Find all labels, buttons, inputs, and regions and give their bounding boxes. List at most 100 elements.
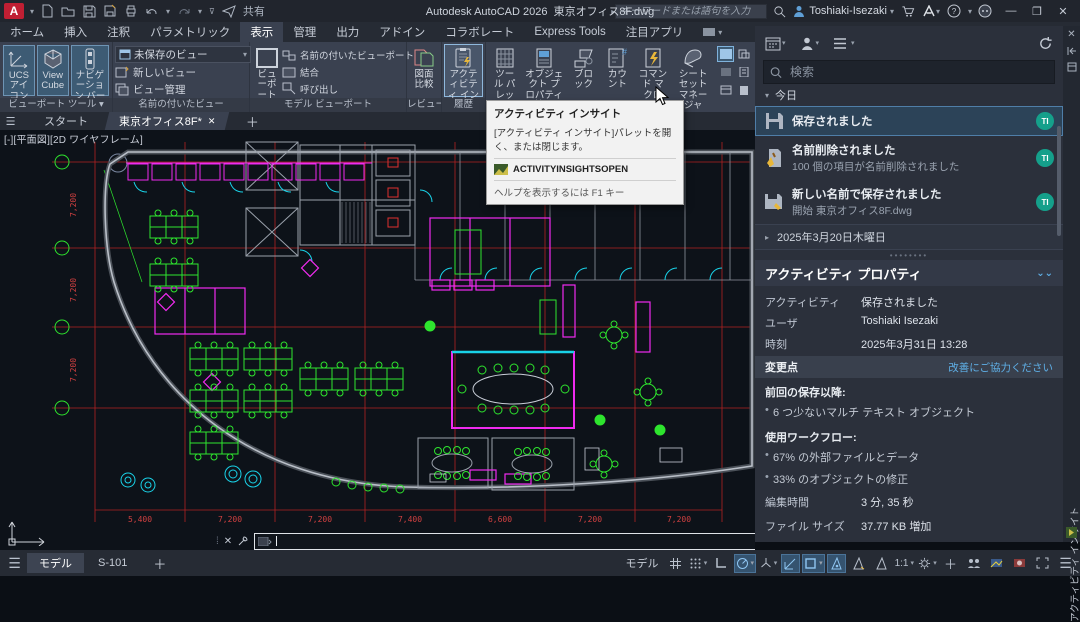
drawing-compare-button[interactable]: 図面 比較 [409,44,439,97]
tool-palettes-button[interactable]: ツール パレット [488,44,521,97]
activity-properties-header[interactable]: アクティビティ プロパティ ⌄⌄ [755,260,1063,286]
undo-icon[interactable] [145,4,159,18]
user-caret-icon[interactable]: ▾ [890,7,894,16]
layout-tab-model[interactable]: モデル [27,553,84,573]
palette-search-input[interactable] [788,64,1048,80]
view-combo[interactable]: 未保存のビュー▾ [115,46,251,63]
clean-screen-icon[interactable] [1032,554,1053,573]
viewport-config-button[interactable]: ビューポート 環境設定▾ [252,44,282,97]
close-document-icon[interactable]: ✕ [208,116,216,127]
help-search-input[interactable] [615,4,767,19]
restore-viewport-button[interactable]: 呼び出し [282,80,414,97]
event-saved[interactable]: 保存されました TI [755,106,1063,136]
new-view-button[interactable]: 新しいビュー [115,65,247,80]
user-filter-button[interactable]: ▾ [800,36,820,51]
close-button[interactable]: ✕ [1050,1,1076,21]
section-today[interactable]: ▾今日 [755,84,1063,106]
splitter-handle[interactable]: •••••••• [755,250,1063,260]
new-drawing-tab[interactable]: ＋ [232,112,274,130]
autodesk-a-icon[interactable] [922,5,936,17]
tab-insert[interactable]: 挿入 [54,22,97,42]
palette-autohide-icon[interactable] [1067,46,1077,56]
user-icon[interactable] [792,4,806,18]
ortho-mode-icon[interactable] [711,554,732,573]
file-tabs-menu-icon[interactable]: ☰ [0,112,21,131]
undo-caret-icon[interactable]: ▾ [166,7,170,16]
annotation-scale-list-icon[interactable] [871,554,892,573]
feedback-link[interactable]: 改善にご協力ください [948,360,1053,375]
user-name[interactable]: Toshiaki-Isezaki [809,5,887,17]
autocad-logo[interactable]: A [4,3,24,19]
tab-collaborate[interactable]: コラボレート [435,22,524,42]
status-model-label[interactable]: モデル [626,555,659,571]
palette-scrollbar[interactable] [1057,126,1061,236]
blocks-palette-button[interactable]: ブロック [567,44,600,97]
save-as-icon[interactable] [103,4,117,18]
date-filter-button[interactable]: ▾ [765,36,786,51]
command-input[interactable] [254,533,755,550]
tab-home[interactable]: ホーム [0,22,54,42]
visibility-palette-icon[interactable] [717,46,734,62]
help-caret-icon[interactable]: ▾ [968,7,972,16]
isolate-objects-icon[interactable] [1009,554,1030,573]
cart-icon[interactable] [901,5,915,18]
xref-palette-icon[interactable] [735,46,752,62]
activity-insights-button[interactable]: アクティビティ インサイト [444,44,483,97]
search-icon[interactable] [773,5,786,18]
snap-mode-icon[interactable]: ▾ [688,554,709,573]
tab-featured-apps[interactable]: 注目アプリ [616,22,694,42]
palette-search-box[interactable] [763,60,1055,84]
minimize-button[interactable]: — [998,1,1024,21]
share-label[interactable]: 共有 [243,3,265,19]
hardware-acceleration-icon[interactable] [986,554,1007,573]
command-line-dock[interactable]: ⁞ ✕ [216,532,755,550]
navigation-bar-button[interactable]: ナビゲーション バー [71,45,109,96]
help-icon[interactable]: ? [947,4,961,18]
ribbon-display-toggle[interactable]: ▾ [693,22,732,42]
open-file-icon[interactable] [61,4,75,18]
clipboard-palette-icon[interactable] [735,82,752,98]
sheet-set-manager-button[interactable]: シート セット マネージャ [671,44,715,97]
redo-icon[interactable] [177,4,191,18]
polar-tracking-icon[interactable]: ▾ [734,554,757,573]
properties-palette-button[interactable]: オブジェクト プロパティ管理 [521,44,566,97]
section-previous-date[interactable]: ▸2025年3月20日木曜日 [755,224,1063,250]
customization-plus-icon[interactable]: ＋ [940,554,961,573]
view-manager-button[interactable]: ビュー管理 [115,82,247,97]
palette-close-icon[interactable]: ✕ [1067,29,1075,40]
viewport-controls-label[interactable]: [-][平面図][2D ワイヤフレーム] [4,131,143,146]
annotation-autoscale-icon[interactable] [848,554,869,573]
tab-view[interactable]: 表示 [240,22,283,42]
event-filter-button[interactable]: ▾ [833,37,855,50]
tab-manage[interactable]: 管理 [283,22,326,42]
refresh-button[interactable] [1038,36,1053,51]
panel-label-viewport-tools[interactable]: ビューポート ツール ▾ [0,98,112,112]
tab-start[interactable]: スタート [30,112,102,130]
viewcube-button[interactable]: View Cube [37,45,69,96]
plot-icon[interactable] [124,4,138,18]
count-palette-button[interactable]: # カウント [600,44,634,97]
calculator-palette-icon[interactable] [735,64,752,80]
tab-parametric[interactable]: パラメトリック [140,22,240,42]
restore-button[interactable]: ❐ [1024,1,1050,21]
tab-document[interactable]: 東京オフィス8F*✕ [105,112,230,130]
annotation-visibility-icon[interactable] [827,554,846,573]
event-purged[interactable]: 名前削除されました 100 個の項目が名前削除されました TI [755,136,1063,180]
save-icon[interactable] [82,4,96,18]
autodesk-caret-icon[interactable]: ▾ [936,7,940,16]
layout-tab-s101[interactable]: S-101 [86,553,139,573]
tab-output[interactable]: 出力 [326,22,369,42]
grid-display-icon[interactable] [665,554,686,573]
palette-properties-icon[interactable] [1067,62,1077,72]
assistant-icon[interactable] [978,4,992,18]
dwg-history-palette-icon[interactable] [717,82,734,98]
new-layout-button[interactable]: ＋ [141,553,178,573]
qat-dropdown-icon[interactable]: ⊽ [209,7,215,16]
tab-express-tools[interactable]: Express Tools [524,22,615,42]
workspace-gear-icon[interactable]: ▾ [917,554,938,573]
tab-addins[interactable]: アドイン [369,22,435,42]
isodraft-icon[interactable]: ▾ [758,554,779,573]
app-menu-caret-icon[interactable]: ▾ [30,7,34,16]
annotation-scale-value[interactable]: 1:1▾ [894,554,915,573]
command-close-icon[interactable]: ✕ [224,536,232,547]
